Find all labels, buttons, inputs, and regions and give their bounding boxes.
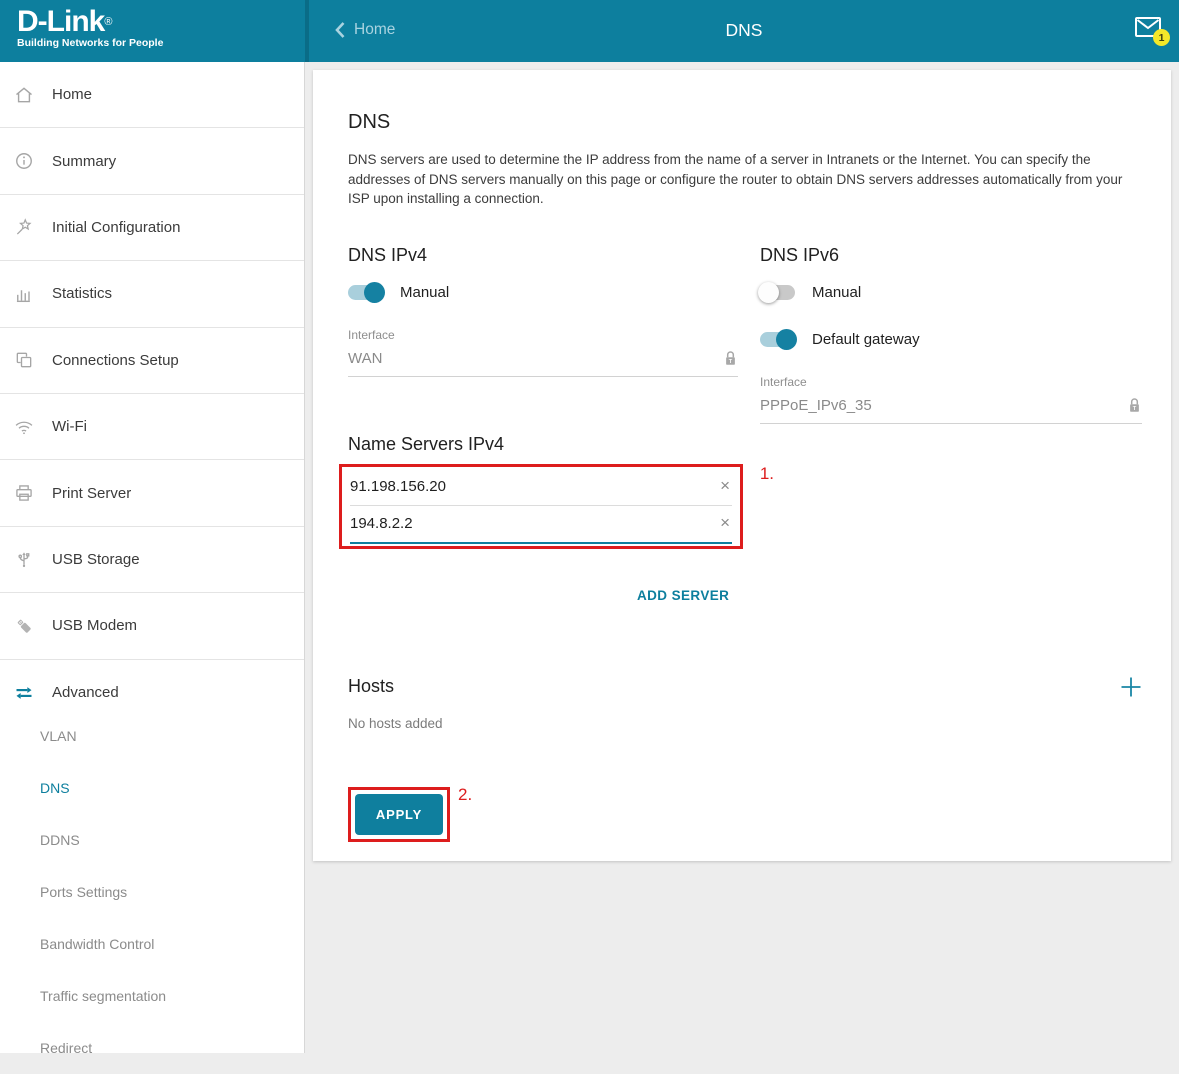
- page-title: DNS: [309, 20, 1179, 41]
- add-host-button[interactable]: [1120, 676, 1142, 698]
- apply-button[interactable]: APPLY: [355, 794, 443, 835]
- notification-badge: 1: [1153, 29, 1170, 46]
- sidebar-item-usb-modem[interactable]: USB Modem: [0, 593, 304, 659]
- name-server-input-2[interactable]: 194.8.2.2 ×: [350, 506, 732, 544]
- info-icon: [14, 151, 40, 171]
- ipv6-manual-toggle[interactable]: [760, 285, 795, 300]
- name-servers-heading: Name Servers IPv4: [348, 434, 760, 455]
- layers-icon: [14, 350, 40, 370]
- magic-wand-icon: [14, 217, 40, 237]
- arrows-icon: [14, 683, 40, 703]
- dns-description: DNS servers are used to determine the IP…: [348, 150, 1143, 209]
- dns-settings-card: DNS DNS servers are used to determine th…: [313, 70, 1171, 861]
- sidebar-item-initial-configuration[interactable]: Initial Configuration: [0, 195, 304, 261]
- usb-icon: [14, 549, 40, 569]
- interface-label: Interface: [348, 328, 738, 342]
- lock-icon: T: [1127, 396, 1142, 415]
- sidebar-item-summary[interactable]: Summary: [0, 128, 304, 194]
- card-title: DNS: [348, 110, 1142, 134]
- sidebar-subitem-bandwidth-control[interactable]: Bandwidth Control: [0, 918, 304, 970]
- sidebar-item-home[interactable]: Home: [0, 62, 304, 128]
- content-area: DNS DNS servers are used to determine th…: [305, 62, 1179, 1053]
- hosts-heading: Hosts: [348, 676, 394, 697]
- remove-server-1-button[interactable]: ×: [720, 479, 732, 493]
- name-server-value-1[interactable]: 91.198.156.20: [350, 478, 446, 495]
- top-bar: D-Link® Building Networks for People Hom…: [0, 0, 1179, 62]
- annotation-box-2: APPLY: [348, 787, 450, 842]
- svg-text:T: T: [729, 359, 733, 365]
- annotation-step-1: 1.: [760, 464, 774, 484]
- ipv4-manual-toggle[interactable]: [348, 285, 383, 300]
- svg-text:T: T: [1133, 406, 1137, 412]
- sidebar-item-print-server[interactable]: Print Server: [0, 460, 304, 526]
- lock-icon: T: [723, 349, 738, 368]
- hosts-empty-text: No hosts added: [348, 716, 1142, 732]
- name-server-input-1[interactable]: 91.198.156.20 ×: [350, 469, 732, 506]
- sidebar-item-statistics[interactable]: Statistics: [0, 261, 304, 327]
- ipv6-interface-value: PPPoE_IPv6_35: [760, 397, 872, 414]
- advanced-submenu: VLAN DNS DDNS Ports Settings Bandwidth C…: [0, 710, 304, 1074]
- sidebar-subitem-traffic-segmentation[interactable]: Traffic segmentation: [0, 970, 304, 1022]
- sidebar-item-wifi[interactable]: Wi-Fi: [0, 394, 304, 460]
- dns-ipv4-heading: DNS IPv4: [348, 245, 760, 266]
- header-main: Home DNS 1: [305, 0, 1179, 62]
- ipv4-interface-value: WAN: [348, 350, 382, 367]
- ipv6-interface-field[interactable]: Interface PPPoE_IPv6_35 T: [760, 375, 1142, 424]
- annotation-box-1: 91.198.156.20 × 194.8.2.2 × 1.: [339, 464, 743, 549]
- name-server-value-2[interactable]: 194.8.2.2: [350, 515, 413, 532]
- dns-ipv6-heading: DNS IPv6: [760, 245, 1142, 266]
- dlink-logo: D-Link® Building Networks for People: [0, 0, 305, 62]
- sidebar-item-connections-setup[interactable]: Connections Setup: [0, 328, 304, 394]
- ipv6-default-gateway-toggle[interactable]: [760, 332, 795, 347]
- ipv4-manual-label: Manual: [400, 284, 449, 301]
- sidebar-subitem-dns[interactable]: DNS: [0, 762, 304, 814]
- add-server-button[interactable]: ADD SERVER: [637, 587, 729, 605]
- sidebar: Home Summary Initial Configuration Stati…: [0, 62, 305, 1053]
- bar-chart-icon: [14, 284, 40, 304]
- logo-text: D-Link®: [17, 7, 305, 37]
- printer-icon: [14, 483, 40, 503]
- sidebar-subitem-ports-settings[interactable]: Ports Settings: [0, 866, 304, 918]
- ipv6-manual-label: Manual: [812, 284, 861, 301]
- ipv6-default-gateway-label: Default gateway: [812, 331, 920, 348]
- home-icon: [14, 85, 40, 105]
- ipv4-interface-field[interactable]: Interface WAN T: [348, 328, 738, 377]
- sidebar-subitem-vlan[interactable]: VLAN: [0, 710, 304, 762]
- interface-label: Interface: [760, 375, 1142, 389]
- remove-server-2-button[interactable]: ×: [720, 516, 732, 530]
- annotation-step-2: 2.: [458, 785, 472, 805]
- sidebar-subitem-ddns[interactable]: DDNS: [0, 814, 304, 866]
- notifications-button[interactable]: 1: [1135, 17, 1161, 37]
- usb-stick-icon: [14, 616, 40, 636]
- sidebar-item-usb-storage[interactable]: USB Storage: [0, 527, 304, 593]
- logo-tagline: Building Networks for People: [17, 37, 305, 49]
- sidebar-subitem-redirect[interactable]: Redirect: [0, 1022, 304, 1074]
- wifi-icon: [14, 417, 40, 437]
- plus-icon: [1120, 676, 1142, 698]
